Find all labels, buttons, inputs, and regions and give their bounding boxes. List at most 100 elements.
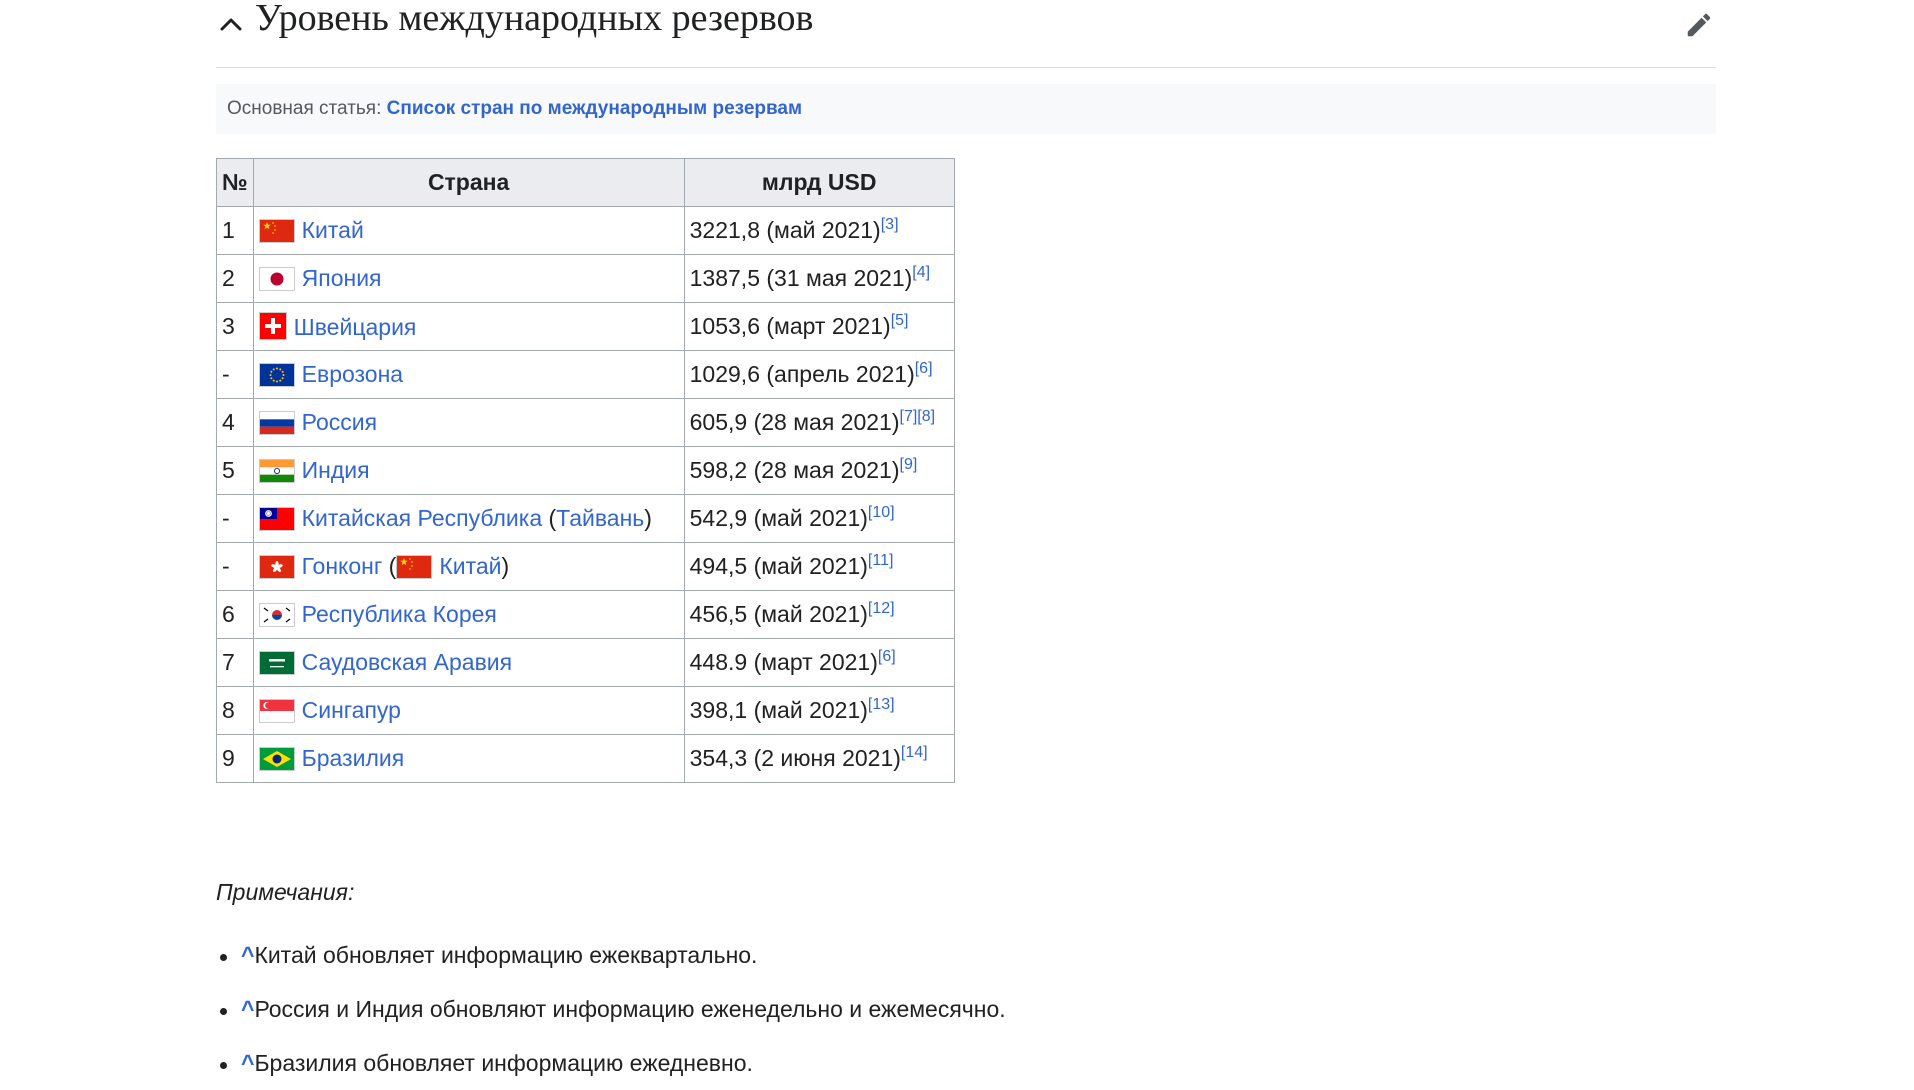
- country-link[interactable]: Россия: [302, 409, 377, 435]
- country-cell: Россия: [252, 398, 685, 447]
- reference-marks: [6]: [878, 648, 896, 665]
- main-article-link[interactable]: Список стран по международным резервам: [387, 98, 802, 119]
- header-rank[interactable]: №: [216, 158, 254, 207]
- country-link[interactable]: Гонконг: [302, 553, 383, 579]
- backlink-caret[interactable]: ^: [241, 996, 254, 1022]
- hatnote: Основная статья: Список стран по междуна…: [216, 84, 1716, 134]
- paren-close: ): [501, 553, 510, 579]
- reference-marks: [13]: [868, 696, 895, 713]
- country-link[interactable]: Швейцария: [294, 314, 417, 340]
- saudi-flag-icon: [258, 651, 295, 675]
- country-link[interactable]: Еврозона: [302, 361, 403, 387]
- reserve-value: 354,3 (2 июня 2021): [689, 745, 901, 771]
- pencil-icon[interactable]: [1684, 10, 1714, 40]
- reserve-value: 542,9 (май 2021): [689, 505, 868, 531]
- reference-link[interactable]: [6]: [915, 360, 933, 377]
- country-parent-link[interactable]: Тайвань: [556, 505, 644, 531]
- reference-link[interactable]: [13]: [868, 696, 895, 713]
- reference-link[interactable]: [8]: [917, 408, 935, 425]
- notes-heading: Примечания:: [216, 879, 355, 905]
- country-parent-link[interactable]: Китай: [439, 553, 501, 579]
- india-flag-icon: [258, 459, 295, 483]
- table-row: 3 Швейцария 1053,6 (март 2021)[5]: [216, 302, 955, 351]
- table-row: 2 Япония 1387,5 (31 мая 2021)[4]: [216, 254, 955, 303]
- reference-marks: [4]: [912, 264, 930, 281]
- table-row: - Еврозона 1029,6 (апрель 2021)[6]: [216, 350, 955, 399]
- chevron-up-icon[interactable]: [216, 8, 246, 38]
- country-cell: Япония: [252, 254, 685, 303]
- rank-cell: 5: [216, 446, 254, 495]
- note-item: ^Бразилия обновляет информацию ежедневно…: [216, 1036, 1006, 1090]
- korea-flag-icon: [258, 603, 295, 627]
- reserve-value: 1387,5 (31 мая 2021): [689, 265, 913, 291]
- rank-cell: 4: [216, 398, 254, 447]
- reference-link[interactable]: [11]: [868, 552, 894, 569]
- country-link[interactable]: Бразилия: [302, 745, 405, 771]
- reserves-table: № Страна млрд USD 1 Китай 3221,8 (май 2021…: [216, 158, 955, 783]
- country-link[interactable]: Китай: [302, 217, 364, 243]
- paren-open: (: [542, 505, 557, 531]
- reference-marks: [12]: [868, 600, 895, 617]
- note-text: Китай обновляет информацию ежеквартально…: [254, 942, 758, 968]
- reference-link[interactable]: [4]: [912, 264, 930, 281]
- brazil-flag-icon: [258, 747, 295, 771]
- reference-link[interactable]: [10]: [868, 504, 895, 521]
- table-row: 6 Республика Корея 456,5 (май 2021)[12]: [216, 590, 955, 639]
- country-cell: Гонконг (Китай): [252, 542, 685, 591]
- country-cell: Китайская Республика (Тайвань): [252, 494, 685, 543]
- taiwan-flag-icon: [258, 507, 295, 531]
- reference-link[interactable]: [7]: [900, 408, 918, 425]
- note-item: ^Китай обновляет информацию ежеквартальн…: [216, 928, 1006, 982]
- country-cell: Еврозона: [252, 350, 685, 399]
- rank-cell: 9: [216, 734, 254, 783]
- note-text: Россия и Индия обновляют информацию ежен…: [254, 996, 1006, 1022]
- value-cell: 456,5 (май 2021)[12]: [683, 590, 955, 639]
- table-row: 9 Бразилия 354,3 (2 июня 2021)[14]: [216, 734, 955, 783]
- header-value[interactable]: млрд USD: [683, 158, 955, 207]
- reference-link[interactable]: [12]: [868, 600, 895, 617]
- rank-cell: -: [216, 350, 254, 399]
- rank-cell: -: [216, 494, 254, 543]
- reference-link[interactable]: [14]: [901, 744, 928, 761]
- table-row: 7 Саудовская Аравия 448.9 (март 2021)[6]: [216, 638, 955, 687]
- rank-cell: 6: [216, 590, 254, 639]
- rank-cell: 3: [216, 302, 254, 351]
- reserve-value: 448.9 (март 2021): [689, 649, 878, 675]
- backlink-caret[interactable]: ^: [241, 1050, 254, 1076]
- value-cell: 494,5 (май 2021)[11]: [683, 542, 955, 591]
- country-cell: Сингапур: [252, 686, 685, 735]
- country-link[interactable]: Япония: [302, 265, 382, 291]
- country-link[interactable]: Саудовская Аравия: [302, 649, 512, 675]
- table-body: 1 Китай 3221,8 (май 2021)[3] 2 Япония 1387,5 …: [216, 206, 955, 783]
- value-cell: 1053,6 (март 2021)[5]: [683, 302, 955, 351]
- country-link[interactable]: Республика Корея: [302, 601, 497, 627]
- reference-marks: [3]: [881, 216, 899, 233]
- page: Уровень международных резервов Основная …: [0, 0, 1914, 1078]
- reference-marks: [14]: [901, 744, 928, 761]
- note-text: Бразилия обновляет информацию ежедневно.: [254, 1050, 753, 1076]
- reference-link[interactable]: [6]: [878, 648, 896, 665]
- china-flag-icon: [396, 555, 433, 579]
- table-header-row: № Страна млрд USD: [216, 158, 955, 207]
- reference-link[interactable]: [3]: [881, 216, 899, 233]
- section-title: Уровень международных резервов: [255, 0, 814, 39]
- reference-link[interactable]: [5]: [891, 312, 909, 329]
- section-header: Уровень международных резервов: [216, 0, 1716, 68]
- country-link[interactable]: Сингапур: [302, 697, 401, 723]
- header-country[interactable]: Страна: [252, 158, 685, 207]
- value-cell: 448.9 (март 2021)[6]: [683, 638, 955, 687]
- rank-cell: 1: [216, 206, 254, 255]
- rank-cell: -: [216, 542, 254, 591]
- country-link[interactable]: Китайская Республика: [302, 505, 542, 531]
- reserve-value: 1029,6 (апрель 2021): [689, 361, 915, 387]
- table-row: 8 Сингапур 398,1 (май 2021)[13]: [216, 686, 955, 735]
- reference-link[interactable]: [9]: [900, 456, 918, 473]
- country-cell: Индия: [252, 446, 685, 495]
- backlink-caret[interactable]: ^: [241, 942, 254, 968]
- reserve-value: 605,9 (28 мая 2021): [689, 409, 900, 435]
- value-cell: 398,1 (май 2021)[13]: [683, 686, 955, 735]
- notes-list: ^Китай обновляет информацию ежеквартальн…: [216, 928, 1006, 1090]
- hatnote-prefix: Основная статья:: [227, 98, 382, 119]
- table-row: 4 Россия 605,9 (28 мая 2021)[7][8]: [216, 398, 955, 447]
- country-link[interactable]: Индия: [302, 457, 370, 483]
